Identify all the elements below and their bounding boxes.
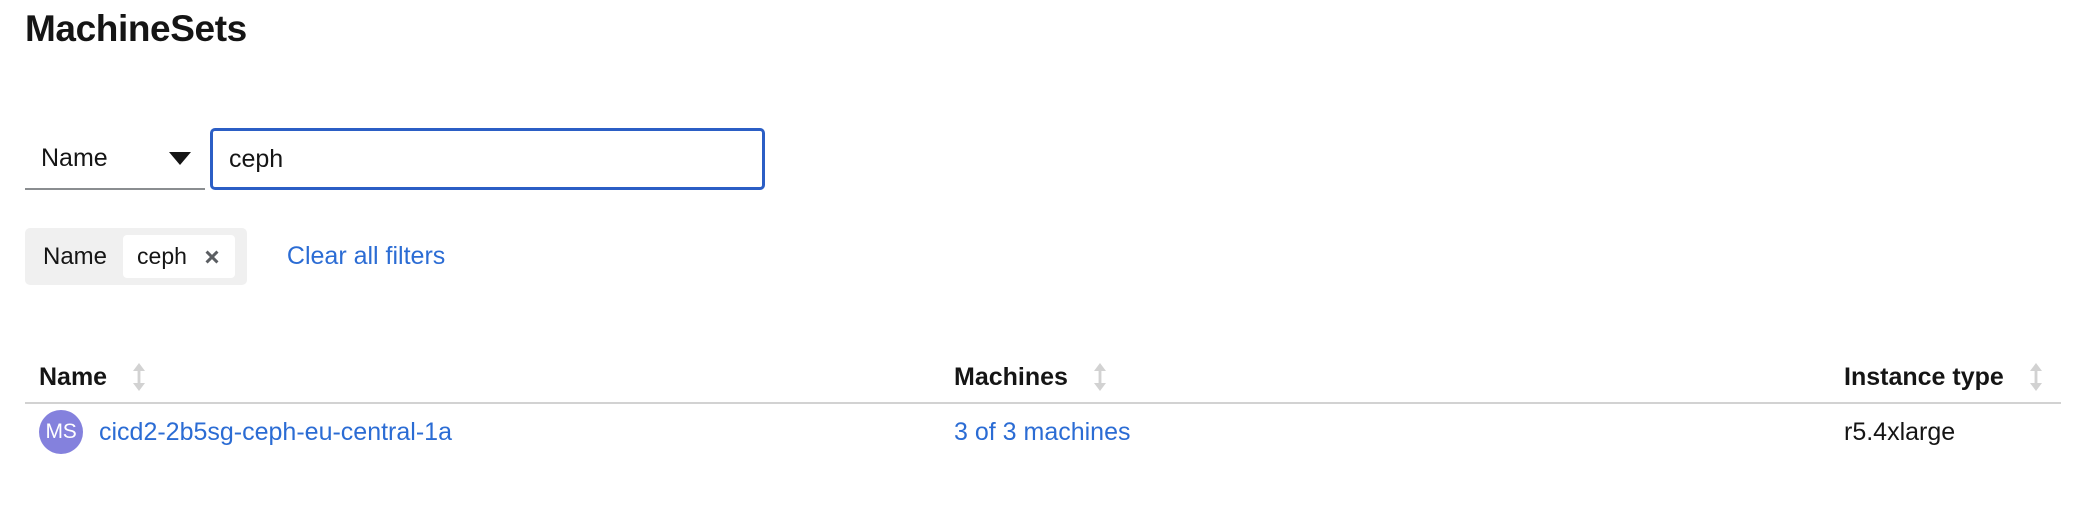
machinesets-page: MachineSets Name Name ceph Clear all fil… bbox=[0, 0, 2086, 506]
applied-filter-group-name: Name ceph bbox=[25, 228, 247, 285]
column-header-name-label: Name bbox=[39, 362, 108, 391]
column-header-instance-type-label: Instance type bbox=[1844, 362, 2004, 391]
clear-all-filters-link[interactable]: Clear all filters bbox=[287, 242, 445, 271]
cell-name: MS cicd2-2b5sg-ceph-eu-central-1a bbox=[25, 410, 940, 454]
search-input-wrapper bbox=[210, 128, 765, 190]
search-input[interactable] bbox=[210, 128, 765, 190]
filter-type-select[interactable]: Name bbox=[25, 128, 205, 190]
chevron-down-icon bbox=[169, 151, 191, 165]
column-header-machines-label: Machines bbox=[954, 362, 1068, 391]
column-header-name[interactable]: Name bbox=[25, 362, 940, 392]
machines-count-link[interactable]: 3 of 3 machines bbox=[954, 418, 1131, 447]
filter-type-select-label: Name bbox=[41, 143, 108, 172]
instance-type-value: r5.4xlarge bbox=[1844, 417, 1956, 446]
table-row: MS cicd2-2b5sg-ceph-eu-central-1a 3 of 3… bbox=[25, 404, 2061, 460]
machinesets-table: Name Machines Instance type MS cicd2-2b5… bbox=[25, 352, 2061, 460]
filter-chip-label: ceph bbox=[137, 243, 187, 269]
machineset-badge: MS bbox=[39, 410, 83, 454]
sort-arrows-icon[interactable] bbox=[131, 362, 147, 392]
cell-machines: 3 of 3 machines bbox=[940, 418, 1830, 447]
sort-arrows-icon[interactable] bbox=[1092, 362, 1108, 392]
close-icon[interactable] bbox=[199, 244, 225, 270]
applied-filter-group-label: Name bbox=[43, 242, 108, 270]
table-header-row: Name Machines Instance type bbox=[25, 352, 2061, 404]
cell-instance-type: r5.4xlarge bbox=[1830, 418, 2061, 447]
page-title: MachineSets bbox=[25, 8, 247, 49]
filter-toolbar: Name bbox=[25, 128, 765, 190]
column-header-instance-type[interactable]: Instance type bbox=[1830, 362, 2061, 392]
column-header-machines[interactable]: Machines bbox=[940, 362, 1830, 392]
sort-arrows-icon[interactable] bbox=[2028, 362, 2044, 392]
applied-filters-row: Name ceph Clear all filters bbox=[25, 228, 445, 285]
machineset-name-link[interactable]: cicd2-2b5sg-ceph-eu-central-1a bbox=[99, 418, 452, 447]
filter-chip: ceph bbox=[123, 235, 235, 278]
